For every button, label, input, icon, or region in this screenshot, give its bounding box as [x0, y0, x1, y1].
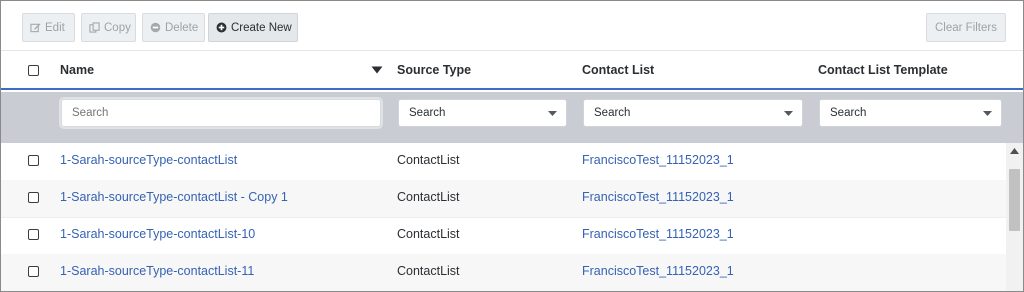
create-new-button[interactable]: Create New	[208, 13, 298, 42]
row-checkbox[interactable]	[28, 229, 39, 240]
column-header-contact-list[interactable]: Contact List	[582, 51, 654, 89]
minus-circle-icon	[150, 22, 161, 33]
row-source-type: ContactList	[397, 264, 460, 278]
contact-list-filter-value: Search	[594, 107, 631, 119]
row-name-link[interactable]: 1-Sarah-sourceType-contactList - Copy 1	[60, 180, 288, 217]
column-header-source-type-label: Source Type	[397, 63, 472, 77]
column-header-contact-list-label: Contact List	[582, 63, 655, 77]
create-new-button-label: Create New	[231, 21, 292, 34]
chevron-down-icon	[784, 111, 793, 116]
grid-body: 1-Sarah-sourceType-contactList ContactLi…	[1, 143, 1006, 291]
row-source-type: ContactList	[397, 153, 460, 167]
vertical-scrollbar[interactable]	[1006, 143, 1023, 291]
sort-descending-icon[interactable]	[371, 66, 383, 74]
copy-icon	[89, 22, 100, 33]
clear-filters-button[interactable]: Clear Filters	[926, 13, 1006, 42]
row-checkbox[interactable]	[28, 266, 39, 277]
select-all-checkbox[interactable]	[28, 65, 39, 76]
column-header-source-type[interactable]: Source Type	[397, 51, 471, 89]
delete-button[interactable]: Delete	[142, 13, 205, 42]
column-header-name-label: Name	[60, 63, 95, 77]
toolbar: Edit Copy Delete Create New Clear Filter…	[1, 1, 1023, 50]
row-contact-list-link[interactable]: FranciscoTest_11152023_1	[582, 254, 734, 291]
row-contact-list-link[interactable]: FranciscoTest_11152023_1	[582, 143, 734, 180]
table-row[interactable]: 1-Sarah-sourceType-contactList - Copy 1 …	[1, 180, 1006, 218]
chevron-down-icon	[548, 111, 557, 116]
edit-button[interactable]: Edit	[22, 13, 75, 42]
row-checkbox[interactable]	[28, 155, 39, 166]
row-source-type: ContactList	[397, 190, 460, 204]
table-row[interactable]: 1-Sarah-sourceType-contactList-10 Contac…	[1, 217, 1006, 255]
name-search-input[interactable]	[59, 97, 383, 129]
contact-list-filter-select[interactable]: Search	[583, 99, 803, 127]
column-header-name[interactable]: Name	[60, 51, 94, 89]
contact-list-template-filter-select[interactable]: Search	[819, 99, 1002, 127]
plus-circle-icon	[216, 22, 227, 33]
row-name-link[interactable]: 1-Sarah-sourceType-contactList-11	[60, 254, 254, 291]
column-header-contact-list-template[interactable]: Contact List Template	[818, 51, 948, 89]
chevron-down-icon	[983, 111, 992, 116]
row-contact-list-link[interactable]: FranciscoTest_11152023_1	[582, 180, 734, 217]
source-type-filter-value: Search	[409, 107, 446, 119]
edit-icon	[30, 23, 41, 33]
row-name-link[interactable]: 1-Sarah-sourceType-contactList	[60, 143, 237, 180]
scroll-up-arrow-icon[interactable]	[1010, 148, 1019, 154]
copy-button-label: Copy	[104, 21, 131, 34]
row-contact-list-link[interactable]: FranciscoTest_11152023_1	[582, 217, 734, 254]
row-name-link[interactable]: 1-Sarah-sourceType-contactList-10	[60, 217, 255, 254]
contact-list-template-filter-value: Search	[830, 107, 867, 119]
table-row[interactable]: 1-Sarah-sourceType-contactList ContactLi…	[1, 143, 1006, 181]
row-source-type: ContactList	[397, 227, 460, 241]
column-header-contact-list-template-label: Contact List Template	[818, 63, 948, 77]
scrollbar-thumb[interactable]	[1009, 169, 1020, 231]
row-checkbox[interactable]	[28, 192, 39, 203]
clear-filters-label: Clear Filters	[935, 21, 997, 34]
delete-button-label: Delete	[165, 21, 199, 34]
edit-button-label: Edit	[45, 21, 65, 34]
contact-list-grid: Edit Copy Delete Create New Clear Filter…	[0, 0, 1024, 292]
table-row[interactable]: 1-Sarah-sourceType-contactList-11 Contac…	[1, 254, 1006, 291]
source-type-filter-select[interactable]: Search	[398, 99, 567, 127]
copy-button[interactable]: Copy	[81, 13, 136, 42]
filter-row: Search Search Search	[1, 92, 1023, 143]
grid-header: Name Source Type Contact List Contact Li…	[1, 50, 1023, 90]
